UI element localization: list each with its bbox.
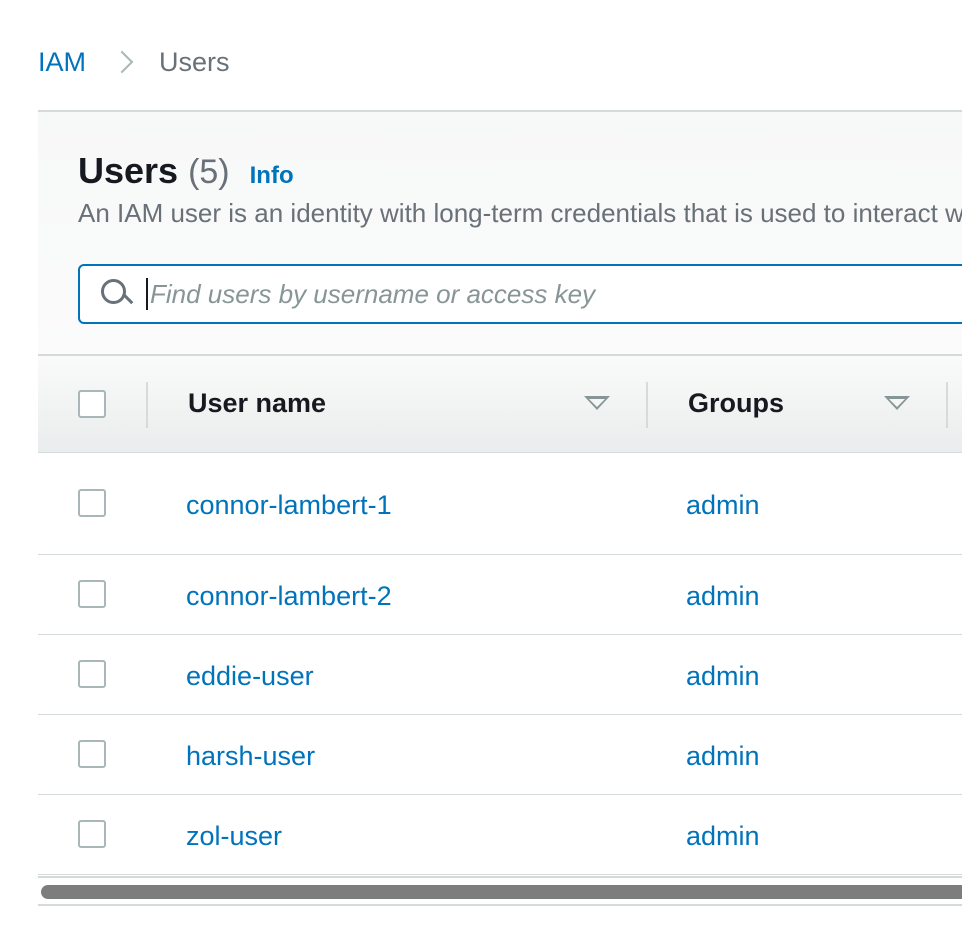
breadcrumb-iam-link[interactable]: IAM bbox=[38, 47, 86, 78]
user-name-link[interactable]: zol-user bbox=[186, 821, 282, 852]
chevron-right-icon bbox=[114, 47, 134, 77]
title-row: Users (5) Info bbox=[78, 150, 294, 192]
column-divider bbox=[646, 382, 648, 428]
column-header-groups[interactable]: Groups bbox=[688, 388, 784, 419]
sort-caret-down-icon[interactable] bbox=[884, 396, 910, 410]
column-divider bbox=[946, 382, 948, 428]
user-count: (5) bbox=[188, 153, 230, 191]
search-input[interactable] bbox=[146, 278, 962, 310]
user-name-link[interactable]: eddie-user bbox=[186, 661, 314, 692]
group-link[interactable]: admin bbox=[686, 661, 760, 692]
page-title: Users bbox=[78, 150, 179, 191]
users-header: Users (5) Info An IAM user is an identit… bbox=[38, 112, 962, 354]
breadcrumb: IAM Users bbox=[38, 44, 230, 80]
select-all-checkbox[interactable] bbox=[78, 390, 106, 418]
search-box bbox=[78, 264, 962, 324]
group-link[interactable]: admin bbox=[686, 821, 760, 852]
row-checkbox[interactable] bbox=[78, 580, 106, 608]
table-row: connor-lambert-1 admin bbox=[38, 454, 962, 555]
column-divider bbox=[146, 382, 148, 428]
info-link[interactable]: Info bbox=[250, 162, 294, 190]
group-link[interactable]: admin bbox=[686, 490, 760, 521]
user-name-link[interactable]: harsh-user bbox=[186, 741, 315, 772]
page-description: An IAM user is an identity with long-ter… bbox=[78, 198, 962, 228]
table-row: harsh-user admin bbox=[38, 715, 962, 795]
row-checkbox[interactable] bbox=[78, 740, 106, 768]
iam-users-page: IAM Users Users (5) Info An IAM user is … bbox=[0, 0, 962, 952]
group-link[interactable]: admin bbox=[686, 581, 760, 612]
user-name-link[interactable]: connor-lambert-2 bbox=[186, 581, 392, 612]
table-row: connor-lambert-2 admin bbox=[38, 555, 962, 635]
column-header-user-name[interactable]: User name bbox=[188, 388, 326, 419]
scrollbar-thumb[interactable] bbox=[41, 885, 962, 899]
table-row: zol-user admin bbox=[38, 795, 962, 875]
table-header: User name Groups bbox=[38, 354, 962, 453]
breadcrumb-current: Users bbox=[159, 46, 230, 77]
user-name-link[interactable]: connor-lambert-1 bbox=[186, 490, 392, 521]
search-icon bbox=[100, 277, 134, 311]
sort-caret-down-icon[interactable] bbox=[584, 396, 610, 410]
horizontal-scrollbar[interactable] bbox=[38, 876, 962, 906]
table-row: eddie-user admin bbox=[38, 635, 962, 715]
row-checkbox[interactable] bbox=[78, 489, 106, 517]
group-link[interactable]: admin bbox=[686, 741, 760, 772]
row-checkbox[interactable] bbox=[78, 820, 106, 848]
row-checkbox[interactable] bbox=[78, 660, 106, 688]
